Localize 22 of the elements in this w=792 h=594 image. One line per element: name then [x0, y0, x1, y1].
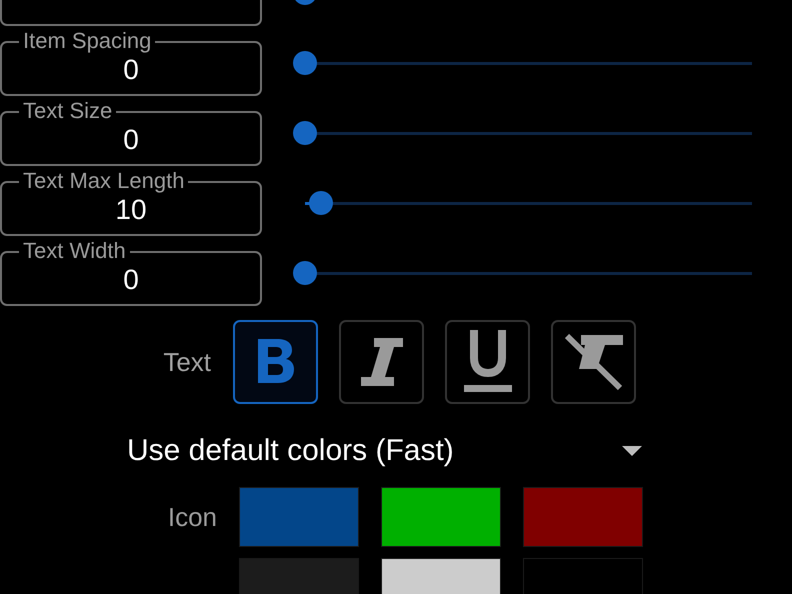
- bold-toggle[interactable]: [233, 320, 318, 404]
- field-value: 0: [123, 122, 139, 156]
- color-row-label: Icon: [168, 502, 217, 532]
- slider-thumb[interactable]: [293, 121, 317, 145]
- field-value: 0: [123, 53, 139, 86]
- slider-thumb[interactable]: [309, 191, 334, 215]
- text-style-label: Text: [162, 346, 211, 378]
- italic-icon: [360, 337, 404, 387]
- color-mode-dropdown[interactable]: Use default colors (Fast): [110, 426, 650, 476]
- slider-thumb[interactable]: [293, 261, 317, 285]
- color-swatch[interactable]: [523, 487, 643, 547]
- caret-icon: [622, 446, 642, 456]
- clear-format-icon: [564, 333, 624, 391]
- slider-thumb[interactable]: [293, 51, 317, 75]
- color-swatch[interactable]: [381, 487, 501, 547]
- underline-toggle[interactable]: [445, 320, 530, 404]
- color-swatch[interactable]: [239, 487, 359, 547]
- clear-toggle[interactable]: [551, 320, 636, 404]
- italic-toggle[interactable]: [339, 320, 424, 404]
- field-value: 10: [115, 193, 147, 226]
- field-value: 0: [123, 262, 139, 296]
- underline-icon: [462, 330, 512, 394]
